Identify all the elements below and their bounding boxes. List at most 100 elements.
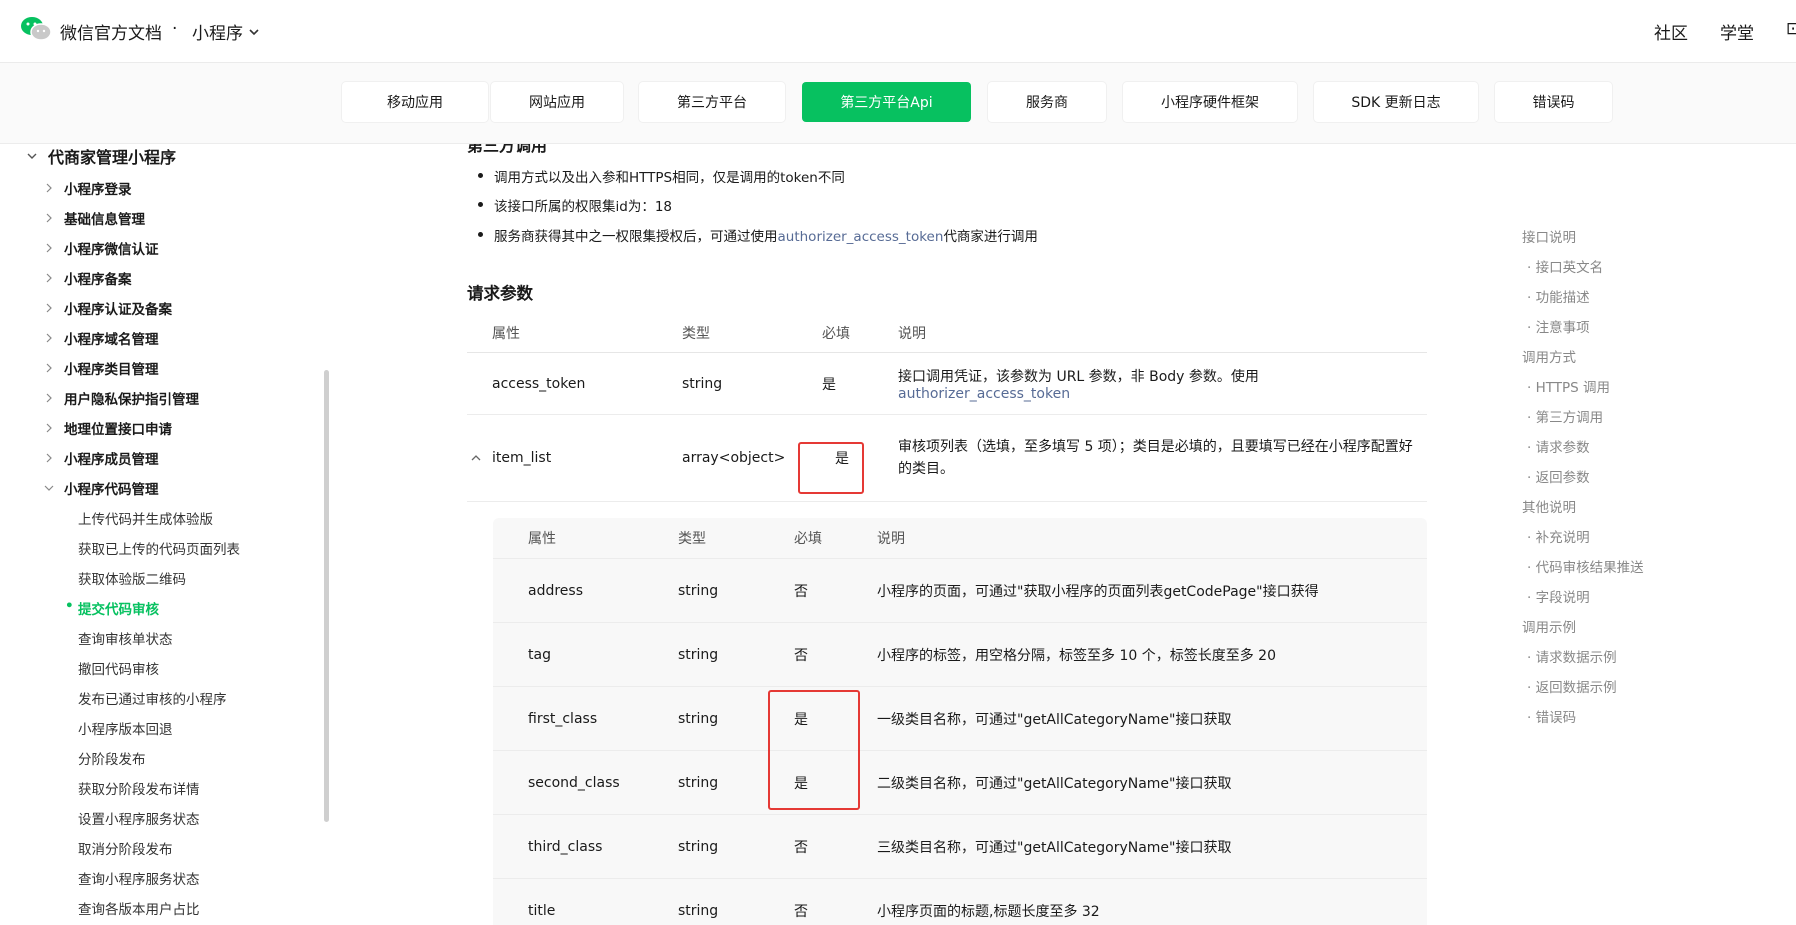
sidebar-parent-section[interactable]: 代商家管理小程序	[26, 144, 176, 168]
overflow-icon[interactable]: ⊡	[1786, 19, 1796, 44]
param-desc: 三级类目名称，可通过"getAllCategoryName"接口获取	[877, 814, 1427, 879]
chevron-down-icon	[44, 485, 54, 491]
sidebar-item-filing[interactable]: 小程序备案	[44, 268, 132, 288]
toc-item[interactable]: · 接口英文名	[1527, 256, 1603, 276]
col-header-required: 必填	[822, 314, 898, 353]
col-header-type: 类型	[682, 314, 822, 353]
param-desc: 接口调用凭证，该参数为 URL 参数，非 Body 参数。使用authorize…	[898, 352, 1427, 415]
sidebar-leaf[interactable]: 获取体验版二维码	[78, 568, 186, 588]
tab-mobile-app[interactable]: 移动应用	[342, 82, 488, 122]
sidebar-item-basic-info[interactable]: 基础信息管理	[44, 208, 145, 228]
tab-sdk-changelog[interactable]: SDK 更新日志	[1314, 82, 1478, 122]
nested-params-table: 属性 类型 必填 说明 address string 否 小程序的页面，可通过"…	[493, 518, 1427, 925]
chevron-right-icon	[46, 453, 52, 463]
chevron-right-icon	[46, 423, 52, 433]
request-params-heading: 请求参数	[467, 284, 533, 303]
category-tab-bar: 移动应用 网站应用 第三方平台 第三方平台Api 服务商 小程序硬件框架 SDK…	[0, 63, 1796, 144]
col-header-name: 属性	[467, 314, 682, 353]
sidebar-leaf[interactable]: 撤回代码审核	[78, 658, 159, 678]
wechat-logo-icon[interactable]	[20, 16, 52, 42]
sidebar-item-privacy[interactable]: 用户隐私保护指引管理	[44, 388, 199, 408]
toc-item[interactable]: · 错误码	[1527, 706, 1576, 726]
param-required: 是	[822, 352, 898, 415]
col-header-required: 必填	[794, 518, 877, 559]
toc-item[interactable]: · 返回数据示例	[1527, 676, 1617, 696]
sidebar-item-label: 地理位置接口申请	[64, 422, 172, 438]
toc-item[interactable]: 调用方式	[1522, 346, 1576, 366]
sidebar-item-code-management[interactable]: 小程序代码管理	[44, 478, 159, 498]
sidebar-leaf[interactable]: 获取已上传的代码页面列表	[78, 538, 240, 558]
community-link[interactable]: 社区	[1654, 19, 1688, 44]
sidebar-leaf[interactable]: 分阶段发布	[78, 748, 146, 768]
sidebar-item-members[interactable]: 小程序成员管理	[44, 448, 159, 468]
sidebar-leaf-active[interactable]: 提交代码审核	[65, 598, 159, 618]
param-name: first_class	[493, 686, 678, 751]
site-title[interactable]: 微信官方文档	[60, 19, 162, 44]
bullet-item: 该接口所属的权限集id为：18	[478, 195, 672, 215]
authorizer-token-link[interactable]: authorizer_access_token	[778, 229, 944, 245]
bullet-item: 调用方式以及出入参和HTTPS相同，仅是调用的token不同	[478, 166, 845, 186]
param-required: 否	[794, 878, 877, 925]
desc-text: 审核项列表（选填，至多填写 5 项）；类目是必填的，且要填写已经在小程序配置好的…	[898, 439, 1413, 477]
sidebar-leaf[interactable]: 获取分阶段发布详情	[78, 778, 200, 798]
tab-service-provider[interactable]: 服务商	[988, 82, 1106, 122]
title-separator: ·	[172, 19, 178, 39]
authorizer-token-link[interactable]: authorizer_access_token	[898, 386, 1070, 402]
toc-item[interactable]: · 字段说明	[1527, 586, 1590, 606]
param-name: tag	[493, 622, 678, 687]
toc-item[interactable]: · 请求数据示例	[1527, 646, 1617, 666]
tab-website-app[interactable]: 网站应用	[491, 82, 623, 122]
sidebar-leaf[interactable]: 设置小程序服务状态	[78, 808, 200, 828]
sidebar-item-label: 用户隐私保护指引管理	[64, 392, 199, 408]
toc-item[interactable]: · 请求参数	[1527, 436, 1590, 456]
sidebar-item-label: 小程序成员管理	[64, 452, 159, 468]
toc-item[interactable]: · 第三方调用	[1527, 406, 1603, 426]
chevron-right-icon	[46, 303, 52, 313]
sidebar-item-label: 小程序微信认证	[64, 242, 159, 258]
param-name: item_list	[492, 450, 552, 466]
toc-item[interactable]: · 补充说明	[1527, 526, 1590, 546]
param-desc: 二级类目名称，可通过"getAllCategoryName"接口获取	[877, 750, 1427, 815]
toc-item[interactable]: 调用示例	[1522, 616, 1576, 636]
sidebar-scrollbar[interactable]	[324, 370, 329, 822]
tab-error-codes[interactable]: 错误码	[1495, 82, 1612, 122]
sidebar-item-domain[interactable]: 小程序域名管理	[44, 328, 159, 348]
sidebar-leaf[interactable]: 上传代码并生成体验版	[78, 508, 213, 528]
sidebar-leaf[interactable]: 查询审核单状态	[78, 628, 173, 648]
chevron-up-icon[interactable]	[471, 453, 481, 463]
toc-item[interactable]: 接口说明	[1522, 226, 1576, 246]
param-desc: 小程序的标签，用空格分隔，标签至多 10 个，标签长度至多 20	[877, 622, 1427, 687]
product-switcher[interactable]: 小程序	[192, 19, 261, 44]
chevron-right-icon	[46, 183, 52, 193]
toc-item[interactable]: · 功能描述	[1527, 286, 1590, 306]
sidebar-item-location[interactable]: 地理位置接口申请	[44, 418, 172, 438]
table-row: title string 否 小程序页面的标题,标题长度至多 32	[493, 878, 1427, 925]
toc-item[interactable]: 其他说明	[1522, 496, 1576, 516]
sidebar-leaf[interactable]: 查询各版本用户占比	[78, 898, 200, 918]
tab-hardware-framework[interactable]: 小程序硬件框架	[1123, 82, 1297, 122]
toc-item[interactable]: · 返回参数	[1527, 466, 1590, 486]
sidebar-item-verify-and-filing[interactable]: 小程序认证及备案	[44, 298, 172, 318]
table-header-row: 属性 类型 必填 说明	[467, 314, 1427, 353]
chevron-right-icon	[46, 243, 52, 253]
sidebar-item-login[interactable]: 小程序登录	[44, 178, 132, 198]
sidebar-item-wechat-verify[interactable]: 小程序微信认证	[44, 238, 159, 258]
toc-item[interactable]: · 代码审核结果推送	[1527, 556, 1644, 576]
tab-third-party-platform[interactable]: 第三方平台	[639, 82, 785, 122]
sidebar-leaf[interactable]: 发布已通过审核的小程序	[78, 688, 227, 708]
table-row-expandable[interactable]: item_list array<object> 是 审核项列表（选填，至多填写 …	[467, 414, 1427, 502]
param-type: string	[678, 558, 794, 623]
section-heading-third-party-call: 第三方调用	[467, 144, 548, 155]
sidebar-leaf[interactable]: 取消分阶段发布	[78, 838, 173, 858]
tab-third-party-api[interactable]: 第三方平台Api	[802, 82, 971, 122]
doc-content: 第三方调用 调用方式以及出入参和HTTPS相同，仅是调用的token不同 该接口…	[330, 144, 1460, 925]
sidebar-nav: 代商家管理小程序 小程序登录 基础信息管理 小程序微信认证 小程序备案 小程序认…	[0, 144, 330, 925]
sidebar-leaf[interactable]: 小程序版本回退	[78, 718, 173, 738]
sidebar-item-category[interactable]: 小程序类目管理	[44, 358, 159, 378]
table-row: access_token string 是 接口调用凭证，该参数为 URL 参数…	[467, 352, 1427, 415]
bullet-text: 服务商获得其中之一权限集授权后，可通过使用	[494, 229, 778, 245]
academy-link[interactable]: 学堂	[1720, 19, 1754, 44]
sidebar-leaf[interactable]: 查询小程序服务状态	[78, 868, 200, 888]
toc-item[interactable]: · HTTPS 调用	[1527, 376, 1610, 396]
toc-item[interactable]: · 注意事项	[1527, 316, 1590, 336]
